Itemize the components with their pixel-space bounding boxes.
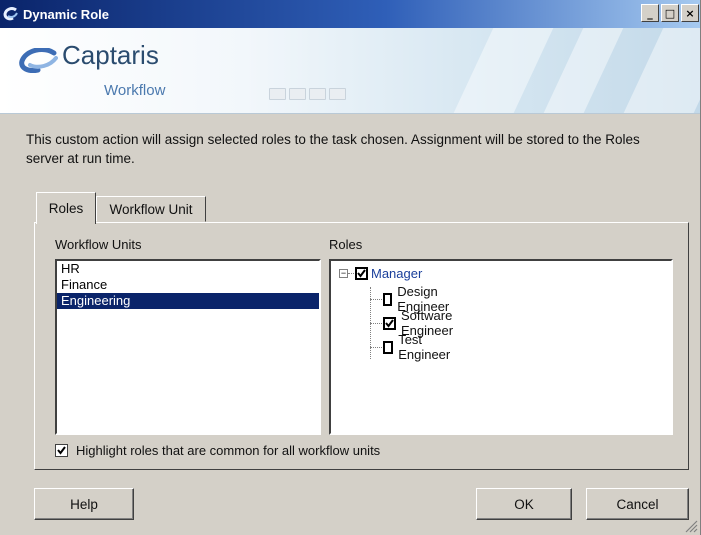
resize-grip-icon[interactable] (684, 519, 698, 533)
cancel-button[interactable]: Cancel (586, 488, 689, 520)
tree-connector (348, 273, 354, 274)
tab-workflow-unit[interactable]: Workflow Unit (96, 196, 206, 222)
maximize-button[interactable]: □ (661, 4, 679, 22)
tab-roles[interactable]: Roles (36, 192, 96, 224)
brand-banner: Captaris Workflow (0, 28, 700, 114)
list-item[interactable]: Finance (57, 277, 319, 293)
highlight-common-roles-option[interactable]: Highlight roles that are common for all … (55, 443, 380, 458)
role-node-software-engineer[interactable]: Software Engineer (383, 308, 453, 338)
role-node-design-engineer[interactable]: Design Engineer (383, 284, 453, 314)
role-label: Test Engineer (398, 332, 451, 362)
minimize-button[interactable]: _ (641, 4, 659, 22)
banner-decoration (269, 88, 346, 100)
captaris-logo-icon (19, 48, 58, 73)
highlight-label: Highlight roles that are common for all … (76, 443, 381, 458)
role-node-test-engineer[interactable]: Test Engineer (383, 332, 453, 362)
workflow-units-label: Workflow Units (55, 237, 142, 252)
highlight-checkbox[interactable] (55, 444, 68, 457)
test-engineer-checkbox[interactable] (383, 340, 394, 354)
manager-checkbox[interactable] (355, 266, 368, 280)
title-bar[interactable]: Dynamic Role _ □ × (0, 0, 700, 28)
tree-connector (370, 347, 382, 348)
collapse-toggle-icon[interactable]: − (339, 269, 348, 278)
window-title: Dynamic Role (23, 6, 109, 22)
description-text: This custom action will assign selected … (26, 132, 640, 166)
dynamic-role-dialog: Dynamic Role _ □ × Captaris Workflow Thi… (0, 0, 701, 535)
tree-connector (370, 299, 382, 300)
app-icon (3, 6, 19, 22)
close-button[interactable]: × (681, 4, 699, 22)
list-item[interactable]: HR (57, 261, 319, 277)
help-button[interactable]: Help (34, 488, 134, 520)
list-item-selected[interactable]: Engineering (57, 293, 319, 309)
roles-tab-panel: Workflow Units Roles HR Finance Engineer… (34, 222, 689, 470)
design-engineer-checkbox[interactable] (383, 292, 393, 306)
roles-tree[interactable]: − Manager Design Engineer Software Engin… (329, 259, 673, 435)
logo-text: Captaris (62, 40, 159, 70)
logo-subtitle: Workflow (104, 82, 166, 99)
ok-button[interactable]: OK (476, 488, 572, 520)
software-engineer-checkbox[interactable] (383, 316, 396, 330)
role-node-manager[interactable]: Manager (355, 263, 422, 283)
tree-connector (370, 323, 382, 324)
roles-label: Roles (329, 237, 363, 252)
role-label: Manager (371, 265, 423, 281)
workflow-units-list[interactable]: HR Finance Engineering (55, 259, 321, 435)
